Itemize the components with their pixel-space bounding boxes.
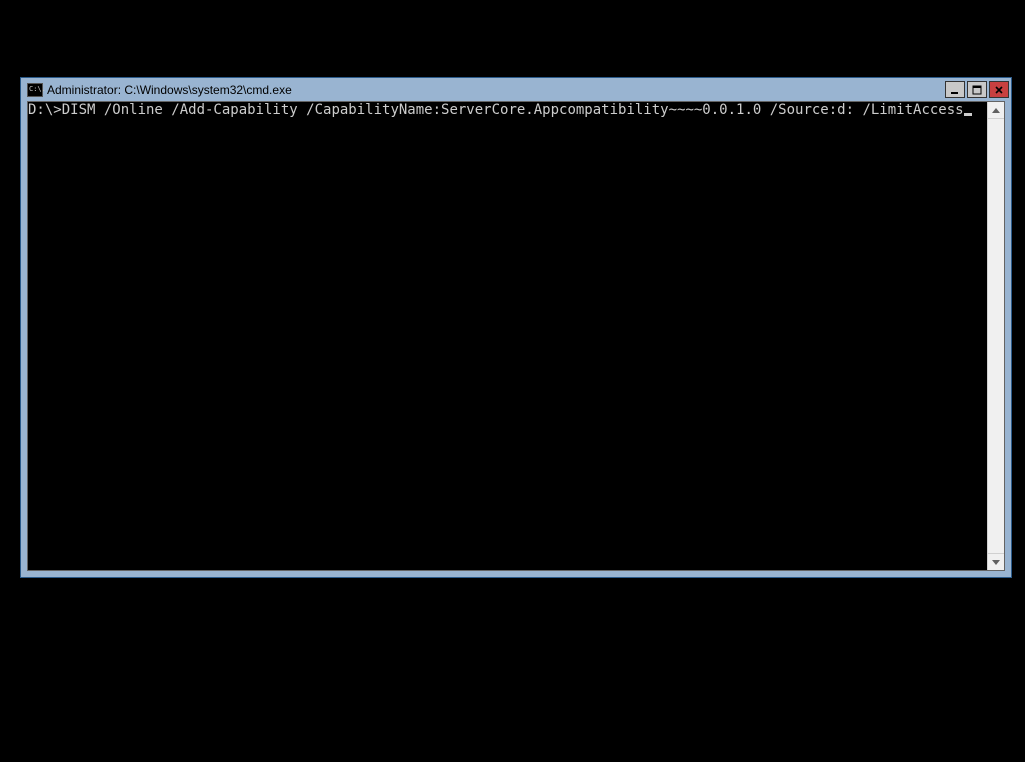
- prompt: D:\>: [28, 102, 62, 118]
- cursor: [964, 113, 972, 116]
- cmd-window: C:\. Administrator: C:\Windows\system32\…: [20, 77, 1012, 578]
- vertical-scrollbar[interactable]: [987, 102, 1004, 570]
- window-title: Administrator: C:\Windows\system32\cmd.e…: [47, 83, 945, 97]
- scroll-track[interactable]: [988, 119, 1004, 553]
- console-line: D:\>DISM /Online /Add-Capability /Capabi…: [28, 102, 985, 118]
- window-body: D:\>DISM /Online /Add-Capability /Capabi…: [27, 101, 1005, 571]
- scroll-up-button[interactable]: [988, 102, 1004, 119]
- window-controls: [945, 81, 1009, 98]
- cmd-icon: C:\.: [27, 83, 43, 97]
- titlebar[interactable]: C:\. Administrator: C:\Windows\system32\…: [21, 78, 1011, 101]
- command-text: DISM /Online /Add-Capability /Capability…: [62, 102, 964, 118]
- minimize-button[interactable]: [945, 81, 965, 98]
- scroll-down-button[interactable]: [988, 553, 1004, 570]
- console-area[interactable]: D:\>DISM /Online /Add-Capability /Capabi…: [28, 102, 987, 570]
- maximize-button[interactable]: [967, 81, 987, 98]
- close-button[interactable]: [989, 81, 1009, 98]
